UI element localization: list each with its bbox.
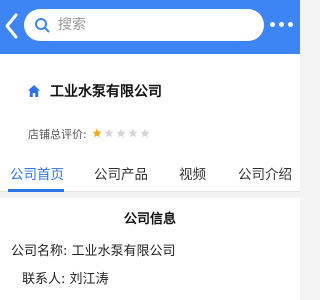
back-button[interactable] bbox=[4, 12, 20, 40]
more-dots-icon bbox=[270, 21, 275, 27]
top-bar bbox=[0, 0, 300, 54]
star-filled-icon bbox=[92, 128, 102, 138]
info-label: 公司名称: bbox=[11, 244, 68, 259]
shop-name: 工业水泵有限公司 bbox=[50, 84, 162, 100]
star-empty-icon bbox=[116, 128, 126, 138]
rating-stars bbox=[92, 128, 150, 138]
info-row-company-name: 公司名称: 工业水泵有限公司 bbox=[11, 240, 176, 259]
star-empty-icon bbox=[140, 128, 150, 138]
company-info-section: 公司信息 公司名称: 工业水泵有限公司 联系人: 刘江涛 bbox=[0, 198, 300, 300]
more-button[interactable] bbox=[270, 19, 296, 29]
info-row-contact: 联系人: 刘江涛 bbox=[22, 268, 109, 287]
search-bar[interactable] bbox=[24, 9, 264, 41]
info-value: 刘江涛 bbox=[69, 272, 109, 287]
tab-home[interactable]: 公司首页 bbox=[10, 163, 64, 183]
info-value: 工业水泵有限公司 bbox=[71, 244, 176, 259]
rating-label: 店铺总评价: bbox=[28, 128, 87, 141]
search-input[interactable] bbox=[58, 17, 248, 33]
info-label: 联系人: bbox=[22, 272, 66, 287]
tab-products[interactable]: 公司产品 bbox=[94, 163, 148, 183]
home-icon bbox=[27, 84, 41, 98]
tab-about[interactable]: 公司介绍 bbox=[238, 163, 292, 183]
active-tab-indicator bbox=[8, 189, 64, 192]
tab-bar: 公司首页 公司产品 视频 公司介绍 bbox=[0, 151, 300, 192]
section-title: 公司信息 bbox=[123, 212, 176, 227]
star-empty-icon bbox=[104, 128, 114, 138]
chevron-left-icon bbox=[5, 13, 18, 39]
star-empty-icon bbox=[128, 128, 138, 138]
search-icon bbox=[35, 18, 50, 33]
tab-video[interactable]: 视频 bbox=[179, 163, 206, 183]
shop-card: 工业水泵有限公司 店铺总评价: bbox=[0, 54, 300, 151]
